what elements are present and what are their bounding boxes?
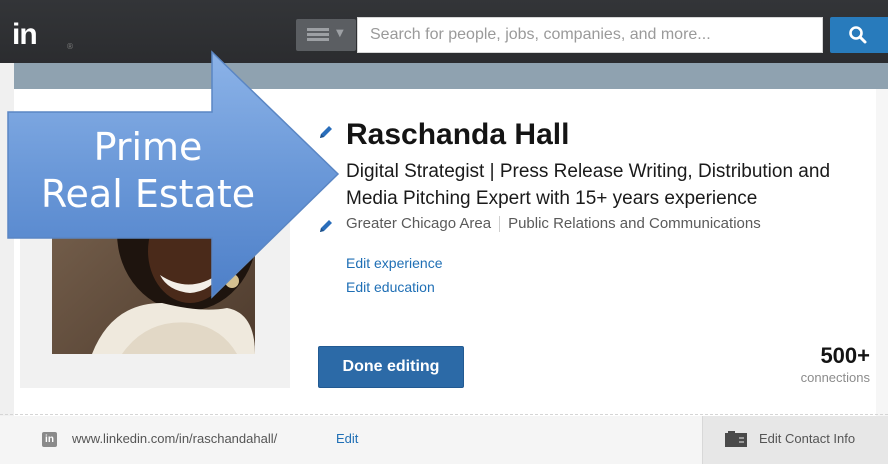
callout-line-1: Prime (93, 125, 203, 169)
callout-text: Prime Real Estate (18, 124, 278, 218)
callout-line-2: Real Estate (40, 172, 256, 216)
callout-arrow (7, 50, 340, 299)
